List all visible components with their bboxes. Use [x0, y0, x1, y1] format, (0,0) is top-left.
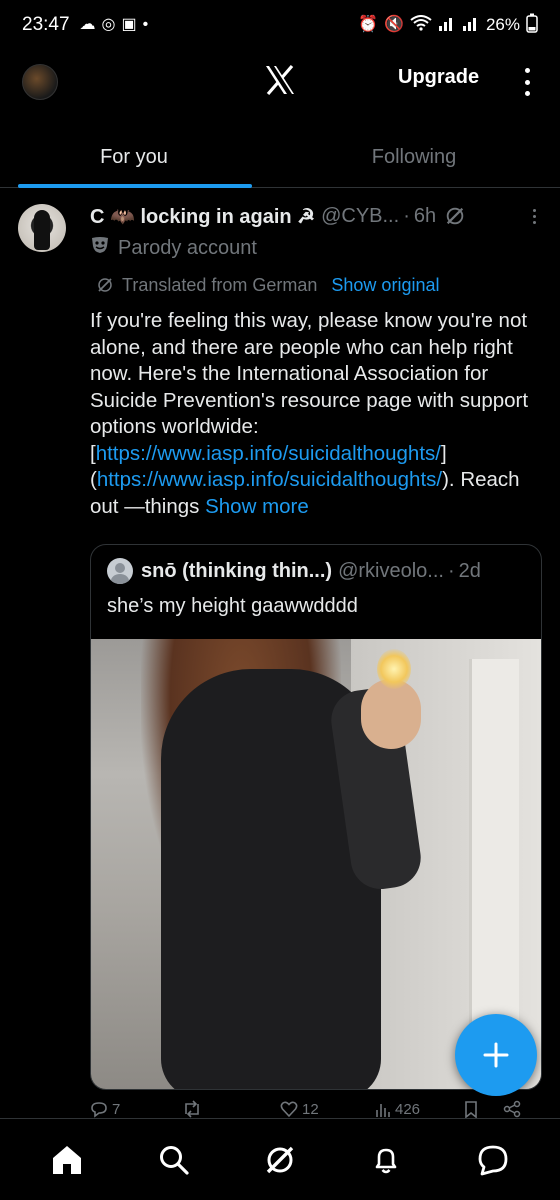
grok-icon[interactable] [444, 205, 466, 227]
search-icon [159, 1145, 189, 1175]
more-options-icon[interactable] [522, 64, 532, 100]
post-header: C 🦇 locking in again ☭ @CYB... · 6h [90, 202, 546, 230]
messages-icon [478, 1145, 508, 1175]
timeline-tabs: For you Following [0, 130, 560, 188]
quoted-post-time: 2d [458, 559, 481, 582]
like-button[interactable]: 12 [280, 1100, 375, 1118]
reply-button[interactable]: 7 [90, 1100, 182, 1118]
wifi-icon [410, 15, 432, 35]
quoted-post-header: snō (thinking thin...) @rkiveolo... · 2d [91, 545, 541, 585]
views-button[interactable]: 426 [375, 1100, 463, 1118]
nav-notifications[interactable] [356, 1130, 416, 1190]
repost-icon [185, 1100, 199, 1118]
iasp-link[interactable]: https://www.iasp.info/suicidalthoughts/ [96, 442, 441, 465]
post-actions: 7 12 426 [90, 1098, 540, 1118]
nav-grok[interactable] [250, 1130, 310, 1190]
profile-avatar[interactable] [22, 64, 58, 100]
nav-home[interactable] [37, 1130, 97, 1190]
signal-icon [462, 15, 480, 35]
quoted-post[interactable]: snō (thinking thin...) @rkiveolo... · 2d… [90, 544, 542, 1090]
dot-icon: • [142, 16, 149, 33]
parody-label: Parody account [90, 234, 546, 262]
iasp-link[interactable]: https://www.iasp.info/suicidalthoughts/ [97, 468, 442, 491]
author-handle[interactable]: @CYB... [321, 205, 399, 228]
quoted-author-avatar [107, 558, 133, 584]
notifications-icon [376, 1148, 397, 1173]
quoted-author-name: snō (thinking thin...) [141, 559, 333, 582]
bottom-navigation [0, 1118, 560, 1200]
upgrade-button[interactable]: Upgrade [398, 66, 479, 89]
share-icon [503, 1100, 521, 1118]
grok-icon [266, 1146, 294, 1173]
signal-icon [438, 15, 456, 35]
nav-search[interactable] [144, 1130, 204, 1190]
show-original-link[interactable]: Show original [331, 275, 439, 296]
nfc-icon: ◎ [101, 16, 116, 33]
post-time: 6h [413, 204, 437, 227]
battery-icon [526, 13, 538, 37]
post-author-avatar[interactable] [18, 204, 66, 252]
views-icon [376, 1104, 390, 1117]
mask-icon [90, 235, 110, 261]
post-text: If you're feeling this way, please know … [90, 309, 529, 518]
tab-following[interactable]: Following [268, 130, 560, 187]
repost-button[interactable] [182, 1100, 280, 1118]
heart-icon [280, 1101, 298, 1118]
compose-button[interactable] [455, 1014, 537, 1096]
home-icon [53, 1145, 82, 1174]
translation-notice: Translated from German Show original [90, 272, 546, 298]
alarm-icon: ⏰ [358, 16, 379, 33]
battery-level: 26% [485, 15, 520, 34]
tab-for-you[interactable]: For you [0, 130, 268, 188]
top-bar: Upgrade [0, 50, 560, 114]
author-name[interactable]: C 🦇 locking in again ☭ [90, 204, 315, 229]
clock: 23:47 [22, 14, 70, 35]
quoted-author-handle: @rkiveolo... [338, 559, 444, 582]
status-bar: 23:47 ☁ ◎ ▣ • ⏰ 🔇 26% [0, 0, 560, 50]
share-button[interactable] [503, 1100, 533, 1118]
post-options-icon[interactable] [533, 208, 546, 224]
cloud-icon: ☁ [79, 16, 96, 33]
show-more-link[interactable]: Show more [205, 495, 309, 518]
bookmark-icon [465, 1101, 477, 1118]
nav-messages[interactable] [463, 1130, 523, 1190]
plus-icon [483, 1042, 509, 1068]
grok-icon [98, 278, 112, 292]
bookmark-button[interactable] [463, 1100, 503, 1118]
reply-icon [91, 1102, 107, 1118]
gallery-icon: ▣ [121, 16, 137, 33]
quoted-post-text: she’s my height gaawwdddd [107, 595, 358, 617]
mute-icon: 🔇 [384, 16, 404, 33]
x-logo-icon[interactable] [262, 62, 298, 98]
